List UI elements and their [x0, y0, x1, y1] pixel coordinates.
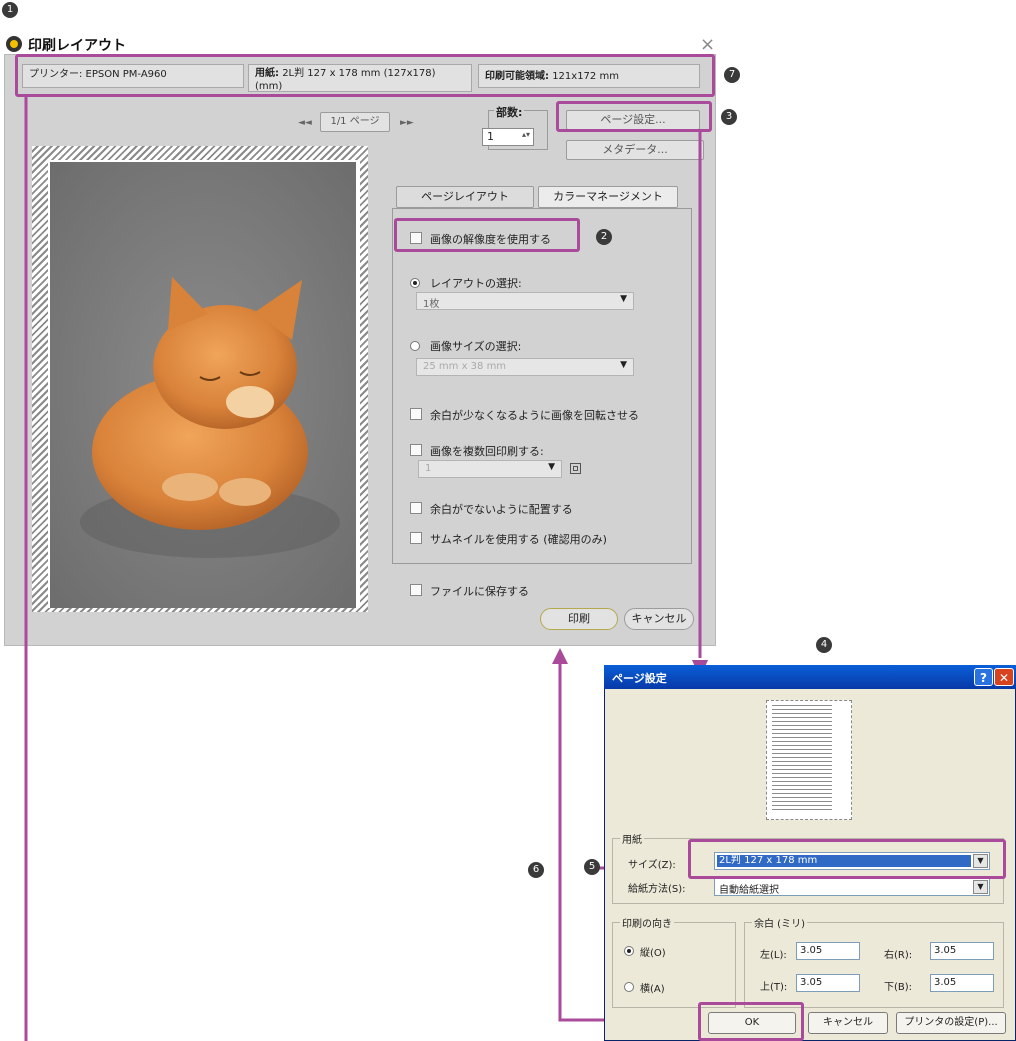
portrait-radio[interactable]	[624, 946, 634, 956]
orientation-group	[612, 922, 736, 1008]
top-margin-label: 上(T):	[760, 982, 788, 993]
source-select[interactable]: 自動給紙選択 ▼	[714, 878, 990, 896]
source-label: 給紙方法(S):	[628, 884, 686, 895]
landscape-label: 横(A)	[640, 984, 665, 995]
callout-4: 4	[816, 637, 832, 653]
size-label: サイズ(Z):	[628, 860, 676, 871]
margin-legend: 余白 (ミリ)	[752, 915, 807, 930]
bottom-margin-input[interactable]: 3.05	[930, 974, 994, 992]
left-margin-input[interactable]: 3.05	[796, 942, 860, 960]
orientation-legend: 印刷の向き	[620, 915, 674, 930]
right-margin-label: 右(R):	[884, 950, 913, 961]
help-icon[interactable]: ?	[974, 668, 993, 686]
portrait-label: 縦(O)	[640, 948, 666, 959]
top-margin-input[interactable]: 3.05	[796, 974, 860, 992]
highlight-size-select	[688, 839, 1006, 879]
printer-settings-button[interactable]: プリンタの設定(P)...	[896, 1012, 1006, 1034]
paper-group-legend: 用紙	[620, 831, 644, 846]
chevron-down-icon[interactable]: ▼	[973, 880, 988, 894]
landscape-radio[interactable]	[624, 982, 634, 992]
margin-group	[744, 922, 1004, 1008]
page-setup-preview	[766, 700, 852, 820]
page-setup-cancel-button[interactable]: キャンセル	[808, 1012, 888, 1034]
right-margin-input[interactable]: 3.05	[930, 942, 994, 960]
callout-5: 5	[584, 859, 600, 875]
page-setup-title: ページ設定	[612, 672, 667, 685]
close-icon[interactable]: ✕	[994, 668, 1014, 686]
bottom-margin-label: 下(B):	[884, 982, 913, 993]
source-select-value: 自動給紙選択	[719, 885, 779, 896]
callout-6: 6	[528, 862, 544, 878]
highlight-ok	[698, 1002, 804, 1041]
left-margin-label: 左(L):	[760, 950, 787, 961]
